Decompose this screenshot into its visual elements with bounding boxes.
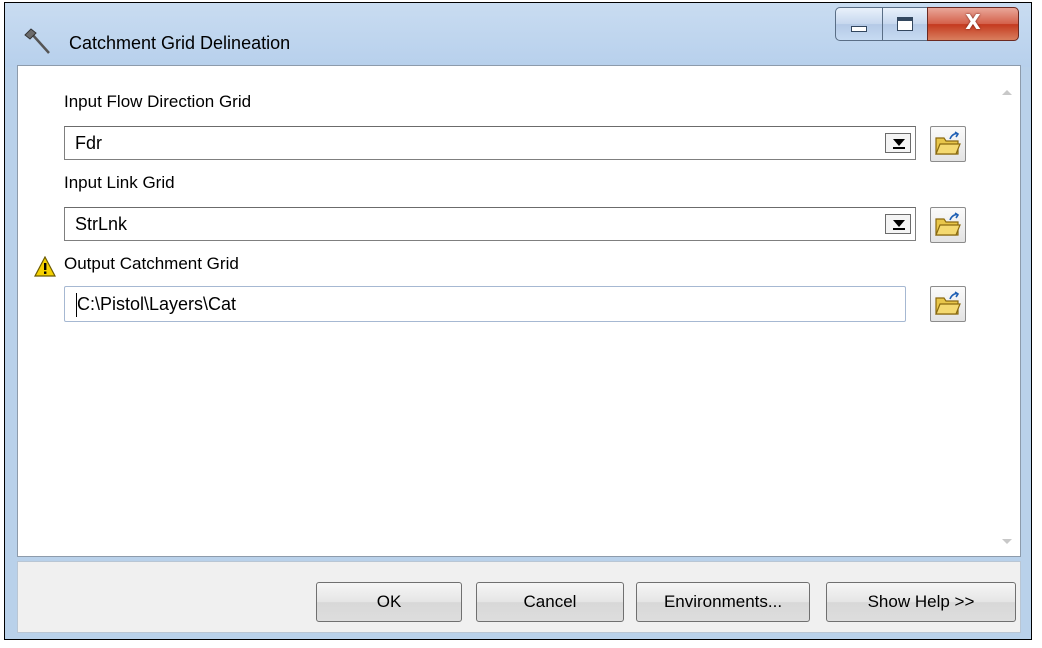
window-title: Catchment Grid Delineation	[69, 33, 291, 53]
maximize-button[interactable]	[882, 7, 928, 41]
chevron-down-icon[interactable]	[885, 133, 911, 153]
output-catchment-label: Output Catchment Grid	[64, 254, 239, 273]
open-folder-icon	[935, 291, 961, 315]
minimize-button[interactable]	[835, 7, 883, 41]
browse-output-catchment-button[interactable]	[930, 286, 966, 322]
minimize-icon	[851, 26, 867, 32]
flow-direction-label: Input Flow Direction Grid	[64, 92, 252, 111]
browse-link-grid-button[interactable]	[930, 207, 966, 243]
link-grid-value: StrLnk	[75, 214, 128, 234]
hammer-icon	[24, 28, 50, 54]
show-help-button[interactable]: Show Help >>	[826, 582, 1016, 622]
open-folder-icon	[935, 131, 961, 155]
close-button[interactable]: X	[927, 7, 1019, 41]
ok-button[interactable]: OK	[316, 582, 462, 622]
dialog-window: Catchment Grid Delineation X Input Flow …	[4, 2, 1032, 640]
chevron-down-icon[interactable]	[885, 214, 911, 234]
scroll-down-arrow[interactable]	[1002, 539, 1012, 544]
open-folder-icon	[935, 212, 961, 236]
flow-direction-value: Fdr	[75, 133, 102, 153]
close-icon: X	[965, 10, 981, 34]
title-bar[interactable]: Catchment Grid Delineation X	[5, 3, 1031, 67]
output-catchment-input[interactable]: C:\Pistol\Layers\Cat	[64, 286, 906, 322]
button-bar: OK Cancel Environments... Show Help >>	[17, 561, 1021, 633]
parameters-panel: Input Flow Direction Grid Fdr Input Link…	[17, 65, 1021, 557]
cancel-button[interactable]: Cancel	[476, 582, 624, 622]
browse-flow-direction-button[interactable]	[930, 126, 966, 162]
maximize-icon	[897, 17, 913, 31]
link-grid-label: Input Link Grid	[64, 173, 175, 192]
output-catchment-value: C:\Pistol\Layers\Cat	[77, 294, 237, 314]
link-grid-combo[interactable]: StrLnk	[64, 207, 916, 241]
warning-triangle-icon	[34, 256, 56, 277]
flow-direction-combo[interactable]: Fdr	[64, 126, 916, 160]
scroll-up-arrow[interactable]	[1002, 90, 1012, 95]
environments-button[interactable]: Environments...	[636, 582, 810, 622]
